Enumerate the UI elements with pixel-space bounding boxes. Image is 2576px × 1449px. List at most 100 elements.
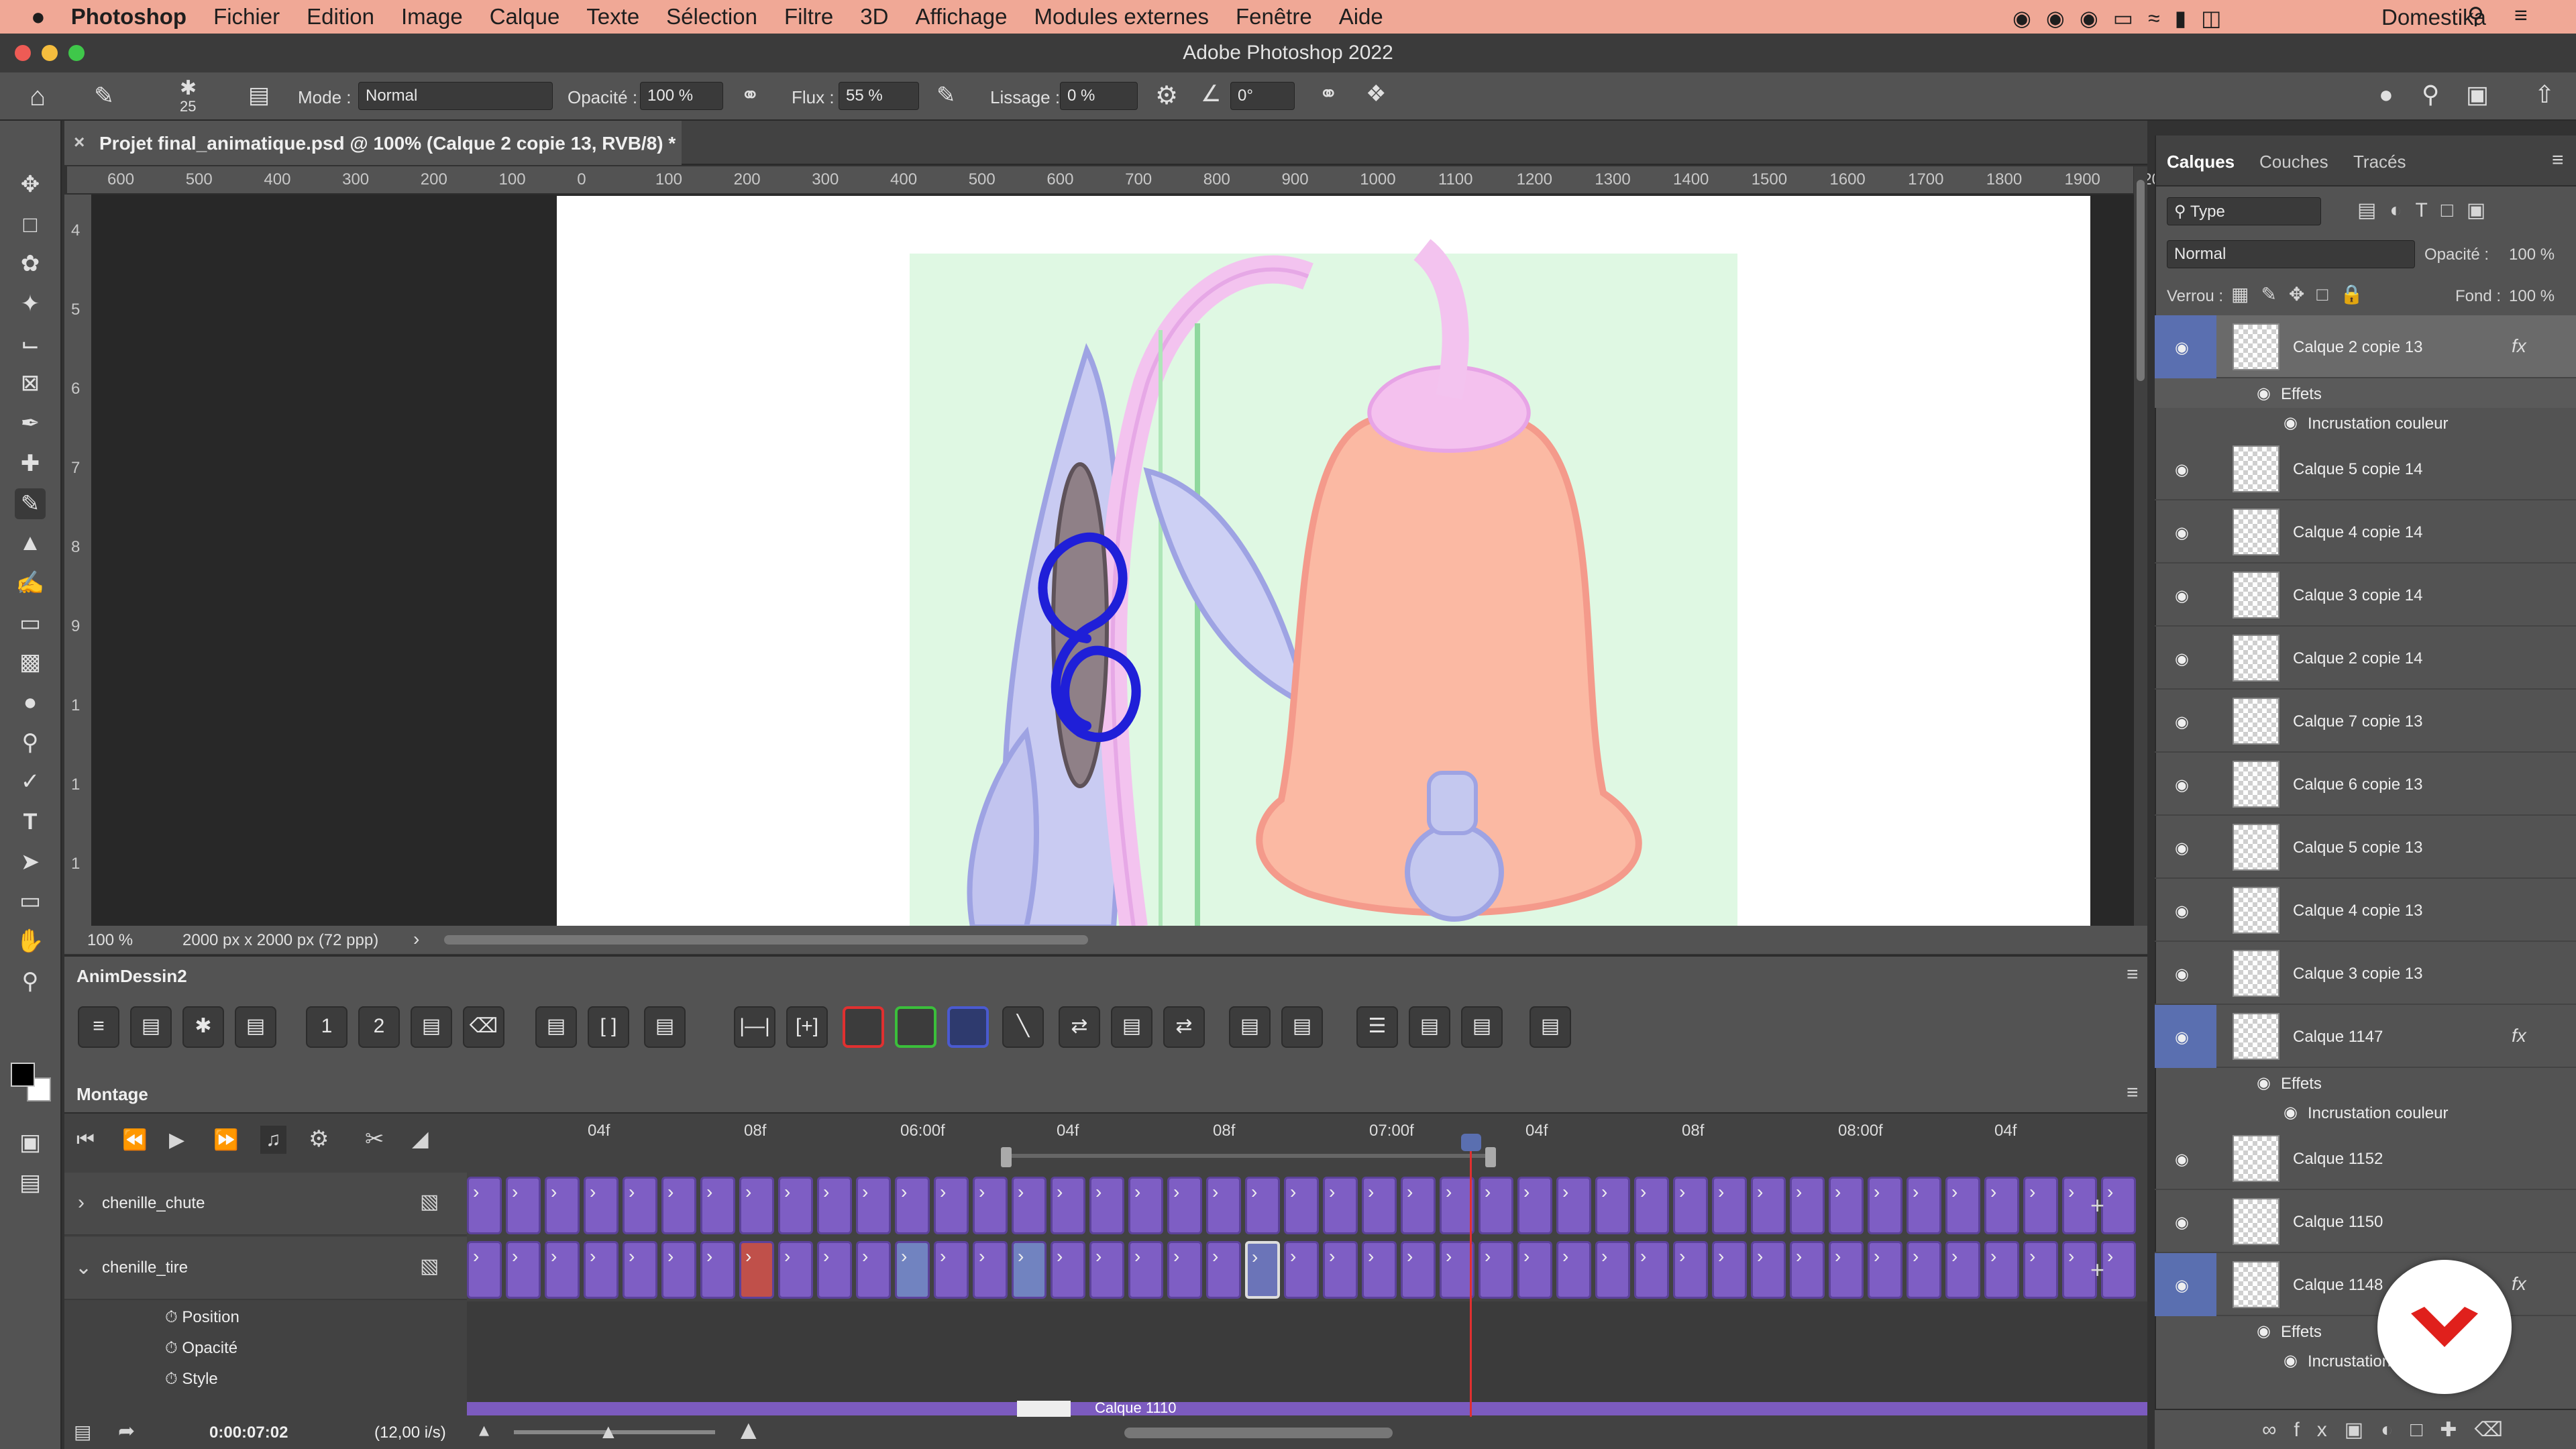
clip-segment[interactable]: ›: [1945, 1177, 1980, 1234]
eye-icon[interactable]: ◉: [2175, 586, 2198, 605]
layer-row[interactable]: ◉ Calque 1148 fx: [2155, 1253, 2576, 1316]
layers-menu-icon[interactable]: ≡: [2552, 149, 2564, 172]
hand-tool-icon[interactable]: ✋: [15, 926, 46, 957]
lasso-tool-icon[interactable]: ✿: [15, 248, 46, 279]
layer-row[interactable]: ◉ Calque 7 copie 13: [2155, 690, 2576, 753]
effects-eye-icon[interactable]: ◉: [2257, 1073, 2271, 1093]
render-icon[interactable]: ➦: [118, 1419, 135, 1443]
pressure-opacity-icon[interactable]: ⚭: [741, 82, 760, 109]
eye-icon[interactable]: ◉: [2175, 1150, 2198, 1169]
layer-name[interactable]: Calque 7 copie 13: [2293, 712, 2422, 731]
effect-eye-icon[interactable]: ◉: [2284, 1103, 2298, 1122]
type-tool-icon[interactable]: T: [15, 806, 46, 837]
clip-segment[interactable]: ›: [1012, 1177, 1046, 1234]
clip-segment[interactable]: ›: [1868, 1241, 1902, 1299]
layer-row[interactable]: ◉ Calque 2 copie 13 fx: [2155, 315, 2576, 378]
clip-segment[interactable]: ›: [1984, 1177, 2019, 1234]
brush-tool-active-icon[interactable]: ✎: [15, 488, 46, 519]
eye-icon[interactable]: ◉: [2175, 965, 2198, 983]
anim-button-16[interactable]: ╲: [1002, 1006, 1044, 1048]
track-header-tire[interactable]: ⌄ chenille_tire ▧: [64, 1237, 467, 1300]
clip-segment[interactable]: ›: [1595, 1241, 1630, 1299]
filter-icons[interactable]: ▤◐T□▣: [2357, 199, 2499, 222]
clip-segment[interactable]: ›: [1284, 1177, 1319, 1234]
anim-button-4[interactable]: 1: [306, 1006, 347, 1048]
share-icon[interactable]: ⇧: [2534, 80, 2555, 109]
layer-name[interactable]: Calque 4 copie 13: [2293, 902, 2422, 920]
marquee-tool-icon[interactable]: □: [15, 209, 46, 240]
layer-filter-select[interactable]: ⚲ Type: [2167, 197, 2321, 225]
brush-preset-icon[interactable]: ✱: [180, 76, 197, 100]
layer-name[interactable]: Calque 5 copie 13: [2293, 839, 2422, 857]
layer-name[interactable]: Calque 2 copie 14: [2293, 649, 2422, 668]
clip-segment[interactable]: ›: [2023, 1241, 2058, 1299]
clip-segment[interactable]: ›: [778, 1241, 813, 1299]
clip-segment[interactable]: ›: [700, 1177, 735, 1234]
clip-segment[interactable]: ›: [856, 1177, 891, 1234]
clip-segment[interactable]: ›: [1634, 1177, 1669, 1234]
work-area-bar[interactable]: [1006, 1154, 1493, 1158]
effects-row[interactable]: ◉ Effets: [2155, 1068, 2576, 1097]
split-clip-icon[interactable]: ✂: [365, 1126, 384, 1152]
anim-button-2[interactable]: ✱: [182, 1006, 224, 1048]
clip-segment[interactable]: ›: [817, 1177, 852, 1234]
menu-aide[interactable]: Aide: [1339, 4, 1383, 30]
menu-edition[interactable]: Edition: [307, 4, 374, 30]
anim-button-8[interactable]: ▤: [535, 1006, 577, 1048]
clip-segment[interactable]: ›: [506, 1241, 541, 1299]
clip-segment[interactable]: ›: [1634, 1241, 1669, 1299]
brush-panel-icon[interactable]: ▤: [248, 82, 270, 109]
fx-icon[interactable]: fx: [2512, 1025, 2526, 1046]
next-frame-icon[interactable]: ⏩: [213, 1128, 238, 1152]
opacity-field[interactable]: 100 %: [640, 82, 723, 110]
add-clip-chute-icon[interactable]: +: [2090, 1191, 2104, 1220]
clip-segment[interactable]: ›: [817, 1241, 852, 1299]
quick-mask-icon[interactable]: ▣: [15, 1127, 46, 1158]
work-area-start[interactable]: [1001, 1147, 1012, 1167]
anim-button-11[interactable]: |—|: [734, 1006, 775, 1048]
history-brush-icon[interactable]: ✍: [15, 568, 46, 598]
layer-row[interactable]: ◉ Calque 5 copie 14: [2155, 437, 2576, 500]
scroll-thumb[interactable]: [2137, 180, 2145, 381]
clip-segment[interactable]: ›: [1245, 1177, 1280, 1234]
gradient-tool-icon[interactable]: ▩: [15, 647, 46, 678]
anim-button-22[interactable]: ☰: [1356, 1006, 1398, 1048]
pen-tool-icon[interactable]: ✓: [15, 766, 46, 797]
canvas-horizontal-scrollbar[interactable]: [444, 935, 1088, 945]
menu-texte[interactable]: Texte: [586, 4, 639, 30]
anim-button-18[interactable]: ▤: [1111, 1006, 1152, 1048]
layer-name[interactable]: Calque 3 copie 13: [2293, 965, 2422, 983]
eye-icon[interactable]: ◉: [2175, 649, 2198, 668]
clip-segment[interactable]: ›: [739, 1177, 774, 1234]
layer-name[interactable]: Calque 1152: [2293, 1150, 2383, 1169]
effect-row[interactable]: ◉ Incrustation couleur: [2155, 408, 2576, 437]
anim-button-24[interactable]: ▤: [1461, 1006, 1503, 1048]
layer-row[interactable]: ◉ Calque 2 copie 14: [2155, 627, 2576, 690]
path-select-icon[interactable]: ➤: [15, 847, 46, 877]
clip-segment[interactable]: ›: [661, 1241, 696, 1299]
anim-button-9[interactable]: [ ]: [588, 1006, 629, 1048]
clip-segment[interactable]: ›: [1167, 1241, 1202, 1299]
collapse-tire-icon[interactable]: ⌄: [75, 1256, 92, 1279]
transition-icon[interactable]: ◢: [412, 1126, 429, 1151]
frame-mode-icon[interactable]: ▤: [74, 1421, 91, 1443]
dodge-tool-icon[interactable]: ⚲: [15, 727, 46, 758]
play-icon[interactable]: ▶: [169, 1128, 184, 1152]
anim-button-21[interactable]: ▤: [1281, 1006, 1323, 1048]
clip-segment[interactable]: ›: [1089, 1241, 1124, 1299]
clip-segment[interactable]: ›: [973, 1241, 1008, 1299]
clip-segment[interactable]: ›: [1323, 1177, 1358, 1234]
clip-segment[interactable]: ›: [545, 1241, 580, 1299]
lock-icons[interactable]: ▦✎✥□🔒: [2231, 283, 2375, 305]
clip-segment[interactable]: ›: [1362, 1241, 1397, 1299]
effects-row[interactable]: ◉ Effets: [2155, 1316, 2576, 1346]
close-window-button[interactable]: [15, 45, 31, 61]
symmetry-icon[interactable]: ❖: [1366, 80, 1386, 107]
zoom-window-button[interactable]: [68, 45, 85, 61]
track-chute-clips[interactable]: › › › › › › › › › › › › › › › › › › › › › › › › › › › › › › › › › › › › › › › ›…: [467, 1177, 2147, 1234]
magic-wand-icon[interactable]: ✦: [15, 288, 46, 319]
eye-icon[interactable]: ◉: [2175, 1276, 2198, 1295]
layer-actions-icons[interactable]: ∞fx▣◐□✚⌫: [2262, 1418, 2520, 1442]
clip-segment[interactable]: ›: [623, 1241, 657, 1299]
screen-mode-icon[interactable]: ▤: [15, 1167, 46, 1198]
